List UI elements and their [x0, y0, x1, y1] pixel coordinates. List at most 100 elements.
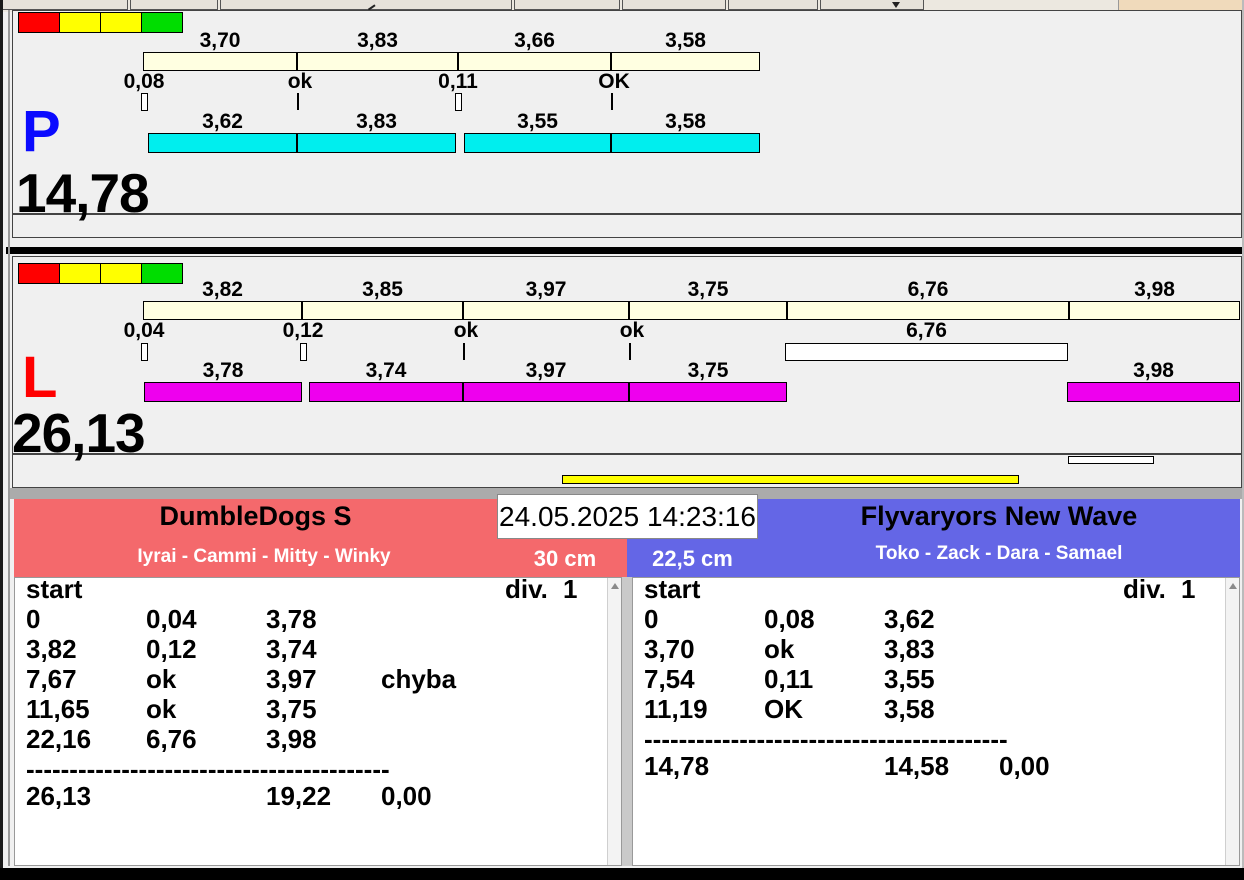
toolbar-button[interactable]	[130, 0, 218, 10]
fault-marker-box	[141, 93, 148, 111]
lane-bar-segment	[464, 133, 611, 153]
table-cell: 3,78	[266, 604, 317, 634]
fault-label: ok	[453, 319, 479, 342]
table-cell: 0,11	[764, 664, 814, 694]
lane-bar-segment	[463, 382, 629, 402]
table-cell: 3,83	[884, 634, 935, 664]
fault-marker-line	[629, 343, 631, 360]
table-cell: 0	[644, 604, 659, 634]
table-cell: 7,67	[26, 664, 77, 694]
scroll-up-icon[interactable]	[1229, 583, 1237, 589]
lane-bar-segment	[309, 382, 463, 402]
split-value-label: 3,98	[1134, 278, 1175, 301]
jump-height-right: 22,5 cm	[652, 546, 733, 571]
table-cell: 0	[26, 604, 41, 634]
split-value-label: 3,58	[665, 29, 706, 52]
split-value-label: 3,75	[687, 359, 729, 382]
fault-label: 0,12	[282, 319, 324, 342]
split-bar-segment	[611, 52, 760, 71]
p-panel-status-strip	[12, 214, 1242, 238]
table-cell: 6,76	[146, 724, 197, 754]
team-name-left: DumbleDogs S	[159, 501, 352, 531]
lane-p-total: 14,78	[16, 162, 150, 224]
table-cell: 3,62	[884, 604, 935, 634]
team-name-right: Flyvaryors New Wave	[860, 501, 1138, 531]
fault-marker-line	[297, 93, 299, 110]
table-cell: 22,16	[26, 724, 92, 754]
scroll-up-icon[interactable]	[611, 583, 619, 589]
lane-l-letter: L	[22, 345, 58, 410]
window-left-edge	[0, 0, 3, 880]
start-label: start	[26, 574, 83, 604]
split-value-label: 3,58	[665, 110, 706, 133]
table-left-scrollbar[interactable]	[607, 578, 621, 865]
fault-marker-line	[611, 93, 613, 110]
table-cell: 3,82	[26, 634, 77, 664]
split-value-label: 3,75	[687, 278, 729, 301]
table-cell: ok	[764, 634, 795, 664]
fault-label: 0,11	[438, 70, 478, 93]
fault-label: 0,08	[123, 70, 165, 93]
split-bar-segment	[1069, 301, 1240, 320]
timing-app-window: P 14,78 L 26,13 DumbleDogs S Iyrai - Cam…	[0, 0, 1244, 880]
window-bottom-bar	[0, 868, 1244, 880]
fault-marker-box	[141, 343, 148, 361]
window-inner-edge	[8, 10, 10, 866]
total-time: 14,78	[644, 751, 710, 781]
table-cell: 3,97	[266, 664, 317, 694]
results-table-left	[14, 577, 622, 866]
lane-bar-segment	[1067, 382, 1240, 402]
fault-marker-wide-box	[785, 343, 1068, 361]
table-cell: 3,98	[266, 724, 317, 754]
fault-marker-line	[463, 343, 465, 360]
lane-bar-segment	[144, 382, 302, 402]
split-value-label: 3,70	[199, 29, 241, 52]
lane-bar-segment	[297, 133, 456, 153]
fault-note: chyba	[381, 664, 457, 694]
fault-marker-box	[455, 93, 462, 111]
progress-bar-yellow	[562, 475, 1019, 484]
fault-marker-box	[300, 343, 307, 361]
split-bar-segment	[463, 301, 629, 320]
dashed-separator: ----------------------------------------…	[644, 724, 1008, 754]
dashed-separator: ----------------------------------------…	[26, 754, 390, 784]
chevron-down-icon	[892, 2, 900, 8]
toolbar-button[interactable]	[820, 0, 924, 10]
split-bar-segment	[458, 52, 611, 71]
split-value-label: 3,82	[202, 278, 243, 301]
jump-height-left: 30 cm	[533, 546, 597, 571]
total-clean-time: 19,22	[266, 781, 332, 811]
traffic-light-yellow1	[59, 263, 101, 284]
panel-divider	[6, 247, 1244, 254]
traffic-light-yellow2	[100, 12, 142, 33]
fault-label: OK	[598, 70, 630, 93]
toolbar-button[interactable]	[2, 0, 128, 10]
total-penalty: 0,00	[381, 781, 432, 811]
split-value-label: 3,55	[517, 110, 558, 133]
table-cell: 3,58	[884, 694, 935, 724]
traffic-light-red	[18, 263, 60, 284]
division-value: 1	[1181, 574, 1196, 604]
lane-bar-segment	[148, 133, 297, 153]
status-white-box	[1068, 456, 1154, 464]
table-right-scrollbar[interactable]	[1225, 578, 1239, 865]
split-value-label: 3,97	[525, 278, 567, 301]
division-label: div.	[1123, 574, 1166, 604]
split-value-label: 3,97	[525, 359, 567, 382]
lane-bar-segment	[629, 382, 787, 402]
fault-label: 6,76	[906, 319, 947, 342]
split-value-label: 3,83	[357, 29, 398, 52]
division-value: 1	[563, 574, 578, 604]
traffic-light-red	[18, 12, 60, 33]
toolbar-button[interactable]	[622, 0, 726, 10]
toolbar-button[interactable]	[728, 0, 818, 10]
split-value-label: 3,83	[356, 110, 397, 133]
total-time: 26,13	[26, 781, 92, 811]
start-label: start	[644, 574, 701, 604]
split-value-label: 3,62	[202, 110, 243, 133]
fault-label: ok	[619, 319, 645, 342]
toolbar-button[interactable]	[514, 0, 620, 10]
split-bar-segment	[629, 301, 787, 320]
split-bar-segment	[143, 52, 297, 71]
total-clean-time: 14,58	[884, 751, 950, 781]
